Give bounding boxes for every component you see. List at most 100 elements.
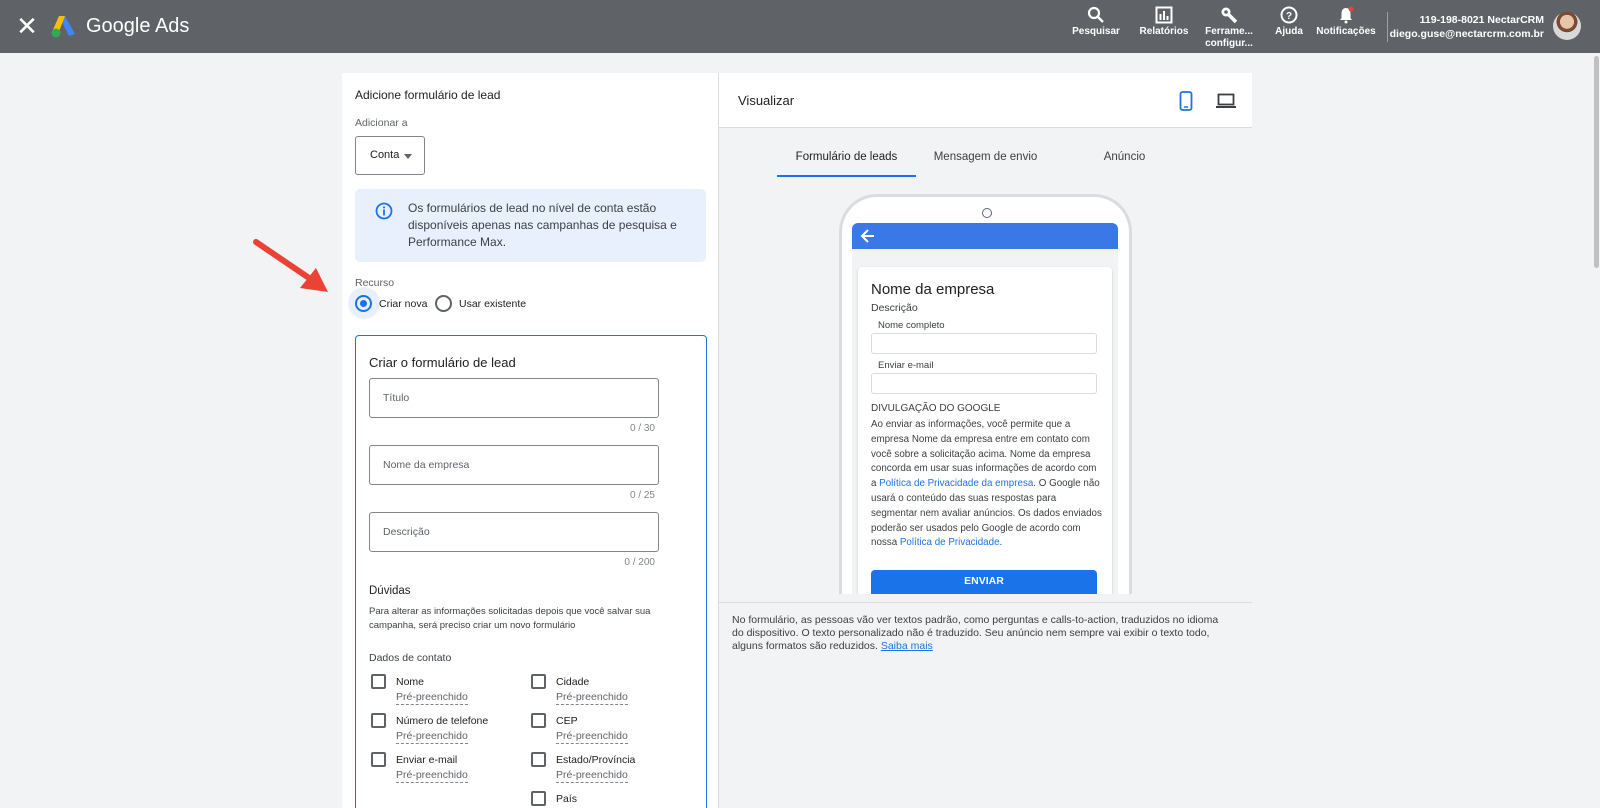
lead-form-preview-card: Nome da empresa Descrição Nome completo … [858,267,1112,594]
prefilled-state[interactable]: Pré-preenchido [556,769,628,783]
help-button[interactable]: ? Ajuda [1272,6,1306,37]
preview-footer-text: No formulário, as pessoas vão ver textos… [732,614,1232,653]
account-info[interactable]: 119-198-8021 NectarCRM diego.guse@nectar… [1390,13,1544,41]
google-disclosure-text: Ao enviar as informações, você permite q… [871,418,1103,551]
tab-ad[interactable]: Anúncio [1055,129,1194,177]
phone-header-bar [852,223,1118,249]
wrench-icon [1221,7,1238,24]
annotation-arrow-icon [253,239,328,292]
checkbox-phone-label[interactable]: Número de telefone [396,715,488,727]
checkbox-state-label[interactable]: Estado/Província [556,754,635,766]
preview-panel: Visualizar Formulário de leads Mensagem … [719,73,1252,808]
account-email: diego.guse@nectarcrm.com.br [1389,28,1544,40]
search-icon [1087,6,1104,23]
add-to-dropdown[interactable]: Conta [355,136,425,175]
prefilled-email[interactable]: Pré-preenchido [396,769,468,783]
radio-use-existing[interactable] [435,295,452,312]
caret-down-icon [404,154,412,159]
top-bar: ✕ Google Ads Pesquisar Relatórios Ferram… [0,0,1600,53]
preview-title: Visualizar [738,93,795,108]
checkbox-city[interactable] [531,674,546,689]
avatar[interactable] [1553,12,1581,40]
questions-title: Dúvidas [369,585,411,597]
title-counter: 0 / 30 [629,423,655,434]
checkbox-state[interactable] [531,752,546,767]
info-text: Os formulários de lead no nível de conta… [408,201,677,249]
checkbox-country[interactable] [531,791,546,806]
preview-field-label-fullname: Nome completo [878,320,945,331]
checkbox-phone[interactable] [371,713,386,728]
preview-input-email[interactable] [871,373,1097,394]
lead-form-editor-panel: Adicione formulário de lead Adicionar a … [342,73,719,808]
checkbox-zip[interactable] [531,713,546,728]
questions-help-text: Para alterar as informações solicitadas … [369,606,651,631]
checkbox-country-label[interactable]: País [556,793,577,805]
checkbox-name-label[interactable]: Nome [396,676,424,688]
preview-field-label-email: Enviar e-mail [878,360,934,371]
learn-more-link[interactable]: Saiba mais [881,640,933,652]
checkbox-name[interactable] [371,674,386,689]
phone-mockup: Nome da empresa Descrição Nome completo … [839,194,1132,594]
tab-lead-form[interactable]: Formulário de leads [777,129,916,177]
title-input[interactable]: Título [369,378,659,418]
preview-input-fullname[interactable] [871,333,1097,354]
phone-screen: Nome da empresa Descrição Nome completo … [852,223,1118,594]
svg-text:?: ? [1286,11,1292,22]
company-privacy-link[interactable]: Política de Privacidade da empresa [879,478,1033,489]
tools-label-line1: Ferrame... [1205,26,1253,37]
disclosure-part-c: . [999,537,1003,549]
brand-name: Google Ads [86,15,190,37]
checkbox-zip-label[interactable]: CEP [556,715,578,727]
checkbox-email-label[interactable]: Enviar e-mail [396,754,457,766]
radio-use-existing-label[interactable]: Usar existente [459,298,526,310]
notifications-label: Notificações [1316,26,1376,37]
info-banner: Os formulários de lead no nível de conta… [355,189,706,262]
reports-button[interactable]: Relatórios [1137,6,1191,37]
preview-footer: No formulário, as pessoas vão ver textos… [719,602,1252,808]
prefilled-name[interactable]: Pré-preenchido [396,691,468,705]
preview-submit-button[interactable]: ENVIAR [871,570,1097,594]
checkbox-city-label[interactable]: Cidade [556,676,589,688]
panel-title: Adicione formulário de lead [355,88,501,102]
notifications-button[interactable]: Notificações [1314,6,1378,37]
search-button[interactable]: Pesquisar [1071,6,1121,37]
desktop-device-icon[interactable] [1216,93,1236,109]
prefilled-phone[interactable]: Pré-preenchido [396,730,468,744]
google-privacy-link[interactable]: Política de Privacidade [900,537,1000,548]
footer-note: No formulário, as pessoas vão ver textos… [732,614,1219,652]
preview-description: Descrição [871,302,918,314]
prefilled-zip[interactable]: Pré-preenchido [556,730,628,744]
preview-tabs: Formulário de leads Mensagem de envio An… [719,129,1252,179]
tools-button[interactable]: Ferrame... configur... [1204,6,1254,50]
phone-camera [982,208,992,218]
tab-submit-message[interactable]: Mensagem de envio [916,129,1055,177]
google-ads-logo [51,16,75,38]
search-label: Pesquisar [1072,26,1120,37]
tools-label-line2: configur... [1205,38,1253,49]
scrollbar-thumb[interactable] [1594,56,1599,268]
form-card-title: Criar o formulário de lead [369,355,516,370]
preview-header: Visualizar [719,73,1252,128]
radio-create-new[interactable] [355,295,372,312]
contact-data-title: Dados de contato [369,652,452,664]
account-id: 119-198-8021 NectarCRM [1419,14,1544,26]
description-counter: 0 / 200 [624,557,655,568]
checkbox-email[interactable] [371,752,386,767]
radio-create-new-label[interactable]: Criar nova [379,298,427,310]
google-disclosure-title: DIVULGAÇÃO DO GOOGLE [871,403,1001,414]
company-name-input[interactable]: Nome da empresa [369,445,659,485]
help-icon: ? [1280,6,1298,24]
help-label: Ajuda [1275,26,1303,37]
prefilled-city[interactable]: Pré-preenchido [556,691,628,705]
back-arrow-icon[interactable] [860,228,876,244]
bell-icon [1340,6,1354,24]
reports-label: Relatórios [1139,26,1189,37]
company-name-counter: 0 / 25 [629,490,655,501]
add-to-value: Conta [370,149,400,161]
mobile-device-icon[interactable] [1179,91,1193,111]
info-icon [375,202,393,220]
topbar-divider [1387,12,1388,42]
description-input[interactable]: Descrição [369,512,659,552]
close-icon[interactable]: ✕ [16,13,38,39]
chart-icon [1155,6,1173,24]
